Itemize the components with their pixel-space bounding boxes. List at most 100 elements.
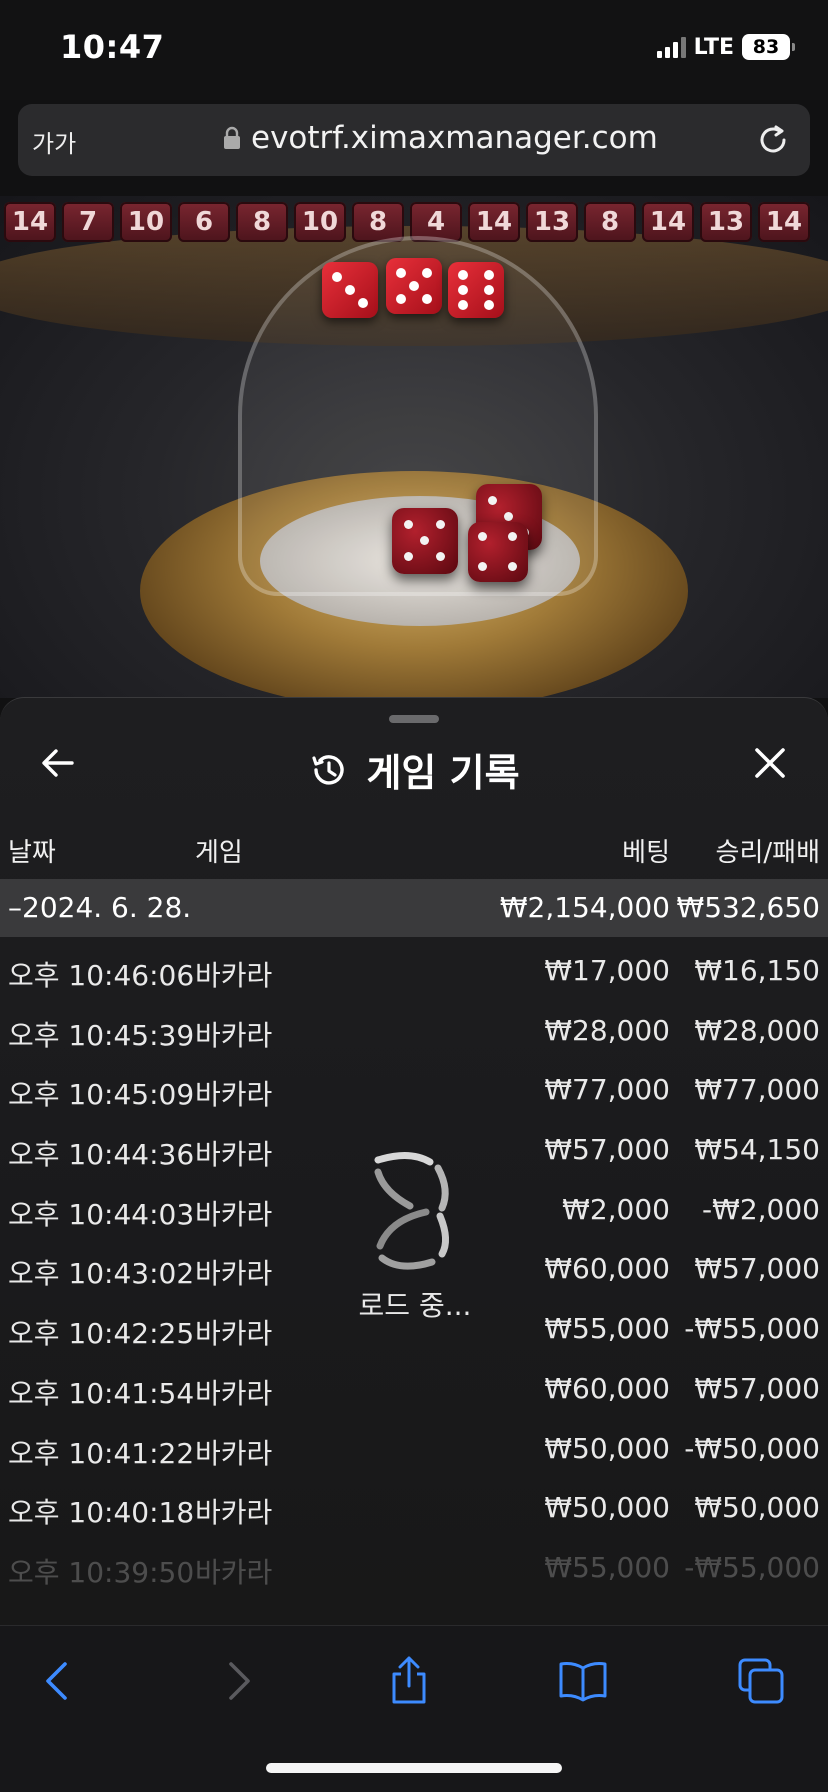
row-bet: ₩50,000	[544, 1431, 670, 1465]
sheet-grabber[interactable]	[389, 715, 439, 723]
address-bar[interactable]: 가가 evotrf.ximaxmanager.com	[18, 104, 810, 176]
result-die	[386, 258, 442, 314]
date-group-win-loss: ₩532,650	[676, 891, 820, 924]
row-bet: ₩55,000	[544, 1312, 670, 1346]
url-field[interactable]: evotrf.ximaxmanager.com	[223, 120, 658, 156]
history-chip: 14	[758, 202, 810, 242]
close-icon[interactable]	[750, 743, 790, 783]
bookmarks-icon[interactable]	[558, 1656, 608, 1706]
table-die	[392, 508, 458, 574]
row-game: 바카라	[195, 1257, 273, 1291]
text-size-button[interactable]: 가가	[32, 124, 76, 159]
network-label: LTE	[693, 34, 734, 60]
row-time: 오후 10:45:09	[8, 1078, 195, 1112]
col-win-loss: 승리/패배	[715, 838, 820, 868]
row-time: 오후 10:41:22	[8, 1436, 195, 1470]
history-chip: 13	[700, 202, 752, 242]
status-bar: 10:47 LTE 83	[0, 0, 828, 100]
game-video: 14 7 10 6 8 10 8 4 14 13 8 14 13 14	[0, 196, 828, 698]
row-time: 오후 10:43:02	[8, 1257, 195, 1291]
date-group-bet: ₩2,154,000	[499, 891, 670, 924]
panel-title: 게임 기록	[0, 742, 828, 797]
history-chip: 10	[294, 202, 346, 242]
forward-icon[interactable]	[212, 1656, 262, 1706]
table-row[interactable]: 오후 10:46:06 바카라 ₩17,000 ₩16,150	[0, 940, 828, 1000]
reload-icon[interactable]	[754, 121, 792, 159]
row-bet: ₩2,000	[562, 1192, 670, 1226]
row-game: 바카라	[195, 1138, 273, 1172]
date-group-row[interactable]: –2024. 6. 28. ₩2,154,000 ₩532,650	[0, 879, 828, 937]
history-chip: 8	[236, 202, 288, 242]
history-chip: 6	[178, 202, 230, 242]
history-chip: 14	[4, 202, 56, 242]
share-icon[interactable]	[384, 1656, 434, 1706]
url-text: evotrf.ximaxmanager.com	[251, 120, 658, 156]
row-win-loss: ₩50,000	[694, 1491, 820, 1525]
table-row[interactable]: 오후 10:39:50 바카라 ₩55,000 -₩55,000	[0, 1537, 828, 1597]
row-game: 바카라	[195, 1496, 273, 1530]
row-bet: ₩57,000	[544, 1133, 670, 1167]
row-time: 오후 10:46:06	[8, 959, 195, 992]
row-time: 오후 10:39:50	[8, 1555, 195, 1589]
table-die	[468, 522, 528, 582]
row-win-loss: ₩28,000	[694, 1013, 820, 1047]
row-game: 바카라	[195, 1197, 273, 1231]
row-game: 바카라	[195, 1555, 273, 1589]
row-time: 오후 10:41:54	[8, 1376, 195, 1410]
row-win-loss: -₩50,000	[684, 1431, 820, 1465]
row-time: 오후 10:44:03	[8, 1197, 195, 1231]
col-date: 날짜	[8, 838, 56, 868]
row-win-loss: ₩77,000	[694, 1073, 820, 1107]
col-bet: 베팅	[622, 838, 670, 868]
row-time: 오후 10:44:36	[8, 1138, 195, 1172]
row-game: 바카라	[195, 1376, 273, 1410]
row-bet: ₩55,000	[544, 1550, 670, 1584]
row-bet: ₩50,000	[544, 1491, 670, 1525]
table-row[interactable]: 오후 10:45:09 바카라 ₩77,000 ₩77,000	[0, 1059, 828, 1119]
loading-indicator: 로드 중...	[340, 1150, 490, 1324]
status-right: LTE 83	[656, 34, 795, 60]
table-row[interactable]: 오후 10:41:54 바카라 ₩60,000 ₩57,000	[0, 1358, 828, 1418]
history-chip: 8	[584, 202, 636, 242]
date-group-label: –2024. 6. 28.	[8, 891, 192, 924]
tabs-icon[interactable]	[736, 1656, 786, 1706]
row-bet: ₩17,000	[544, 954, 670, 987]
loading-text: 로드 중...	[358, 1289, 472, 1322]
row-game: 바카라	[195, 959, 273, 992]
history-chip: 14	[642, 202, 694, 242]
row-game: 바카라	[195, 1018, 273, 1052]
row-bet: ₩77,000	[544, 1073, 670, 1107]
row-bet: ₩60,000	[544, 1252, 670, 1286]
history-icon	[312, 754, 345, 785]
history-chip: 10	[120, 202, 172, 242]
row-bet: ₩28,000	[544, 1013, 670, 1047]
result-die	[448, 262, 504, 318]
result-die	[322, 262, 378, 318]
row-game: 바카라	[195, 1078, 273, 1112]
row-win-loss: ₩57,000	[694, 1371, 820, 1405]
table-row[interactable]: 오후 10:45:39 바카라 ₩28,000 ₩28,000	[0, 1000, 828, 1060]
signal-icon	[656, 36, 686, 58]
col-game: 게임	[195, 838, 243, 868]
row-time: 오후 10:45:39	[8, 1018, 195, 1052]
back-icon[interactable]	[34, 1656, 84, 1706]
history-chip: 14	[468, 202, 520, 242]
loading-spinner-icon	[374, 1152, 449, 1270]
status-time: 10:47	[60, 28, 165, 66]
row-game: 바카라	[195, 1317, 273, 1351]
row-win-loss: -₩55,000	[684, 1550, 820, 1584]
game-history-panel: 게임 기록 날짜 게임 베팅 승리/패배 –2024. 6. 28. ₩2,15…	[0, 697, 828, 1625]
row-win-loss: ₩16,150	[694, 954, 820, 987]
home-indicator	[266, 1763, 562, 1773]
row-win-loss: ₩54,150	[694, 1133, 820, 1167]
row-win-loss: ₩57,000	[694, 1252, 820, 1286]
row-win-loss: -₩2,000	[702, 1192, 820, 1226]
history-chip: 8	[352, 202, 404, 242]
table-row[interactable]: 오후 10:41:22 바카라 ₩50,000 -₩50,000	[0, 1418, 828, 1478]
panel-title-text: 게임 기록	[366, 751, 520, 795]
row-time: 오후 10:42:25	[8, 1317, 195, 1351]
table-row[interactable]: 오후 10:40:18 바카라 ₩50,000 ₩50,000	[0, 1477, 828, 1537]
lock-icon	[224, 126, 240, 149]
row-time: 오후 10:40:18	[8, 1496, 195, 1530]
row-game: 바카라	[195, 1436, 273, 1470]
